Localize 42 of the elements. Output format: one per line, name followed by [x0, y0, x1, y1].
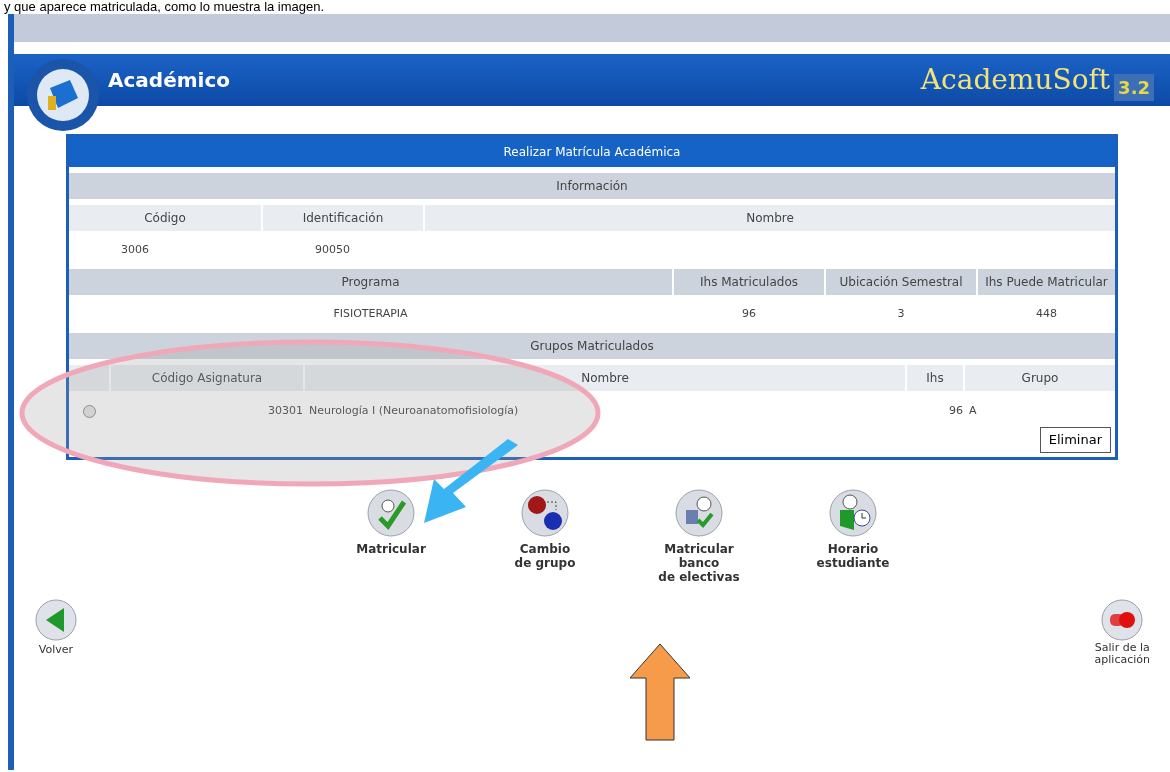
- book-icon: [26, 58, 100, 132]
- table-cell-text: 90050: [314, 241, 351, 258]
- person-clock-icon[interactable]: [828, 487, 878, 538]
- exit-label[interactable]: Salir de la aplicación: [1094, 641, 1150, 666]
- brand-name: AcademuSoft: [920, 62, 1111, 98]
- table-cell-text: Neurología I (Neuroanatomofisiología): [308, 402, 520, 419]
- column-header: Ihs Matriculados: [674, 269, 824, 295]
- section-header: Grupos Matriculados: [69, 333, 1115, 359]
- radio-button[interactable]: [82, 404, 96, 418]
- action-label[interactable]: Horario estudiante: [816, 541, 890, 570]
- section-title: Académico: [108, 67, 230, 94]
- column-header: Código: [69, 205, 261, 231]
- table-cell-text: 96: [741, 305, 757, 322]
- delete-button[interactable]: Eliminar: [1039, 427, 1111, 453]
- table-cell-text: FISIOTERAPIA: [332, 305, 409, 322]
- back-label[interactable]: Volver: [38, 641, 74, 658]
- table-cell-text: 3006: [120, 241, 150, 258]
- column-header: Ihs: [907, 365, 963, 391]
- column-header: Identificación: [263, 205, 423, 231]
- column-header: Grupo: [965, 365, 1115, 391]
- column-header: Nombre: [305, 365, 905, 391]
- column-header: Código Asignatura: [111, 365, 303, 391]
- column-header: Ubicación Semestral: [826, 269, 976, 295]
- section-header: Información: [69, 173, 1115, 199]
- action-label[interactable]: Matricular banco de electivas: [658, 541, 740, 584]
- exit-icon[interactable]: [1100, 597, 1145, 642]
- version-badge: 3.2: [1114, 74, 1154, 101]
- person-check-icon[interactable]: [366, 487, 416, 538]
- table-cell-text: 448: [1035, 305, 1058, 322]
- action-label[interactable]: Cambio de grupo: [514, 541, 576, 570]
- table-cell-text: 3: [896, 305, 906, 322]
- action-label[interactable]: Matricular: [356, 541, 426, 556]
- panel-title: Realizar Matrícula Académica: [69, 137, 1115, 167]
- column-header: Programa: [69, 269, 672, 295]
- column-header: Ihs Puede Matricular: [978, 269, 1115, 295]
- person-list-icon[interactable]: [674, 487, 724, 538]
- header-cell: [69, 365, 109, 391]
- caption-text: y que aparece matriculada, como lo muestra la imagen.: [3, 0, 326, 14]
- column-header: Nombre: [425, 205, 1115, 231]
- table-cell-text: A: [968, 402, 978, 419]
- table-cell-text: 96: [948, 402, 963, 419]
- table-cell-text: 30301: [267, 402, 303, 419]
